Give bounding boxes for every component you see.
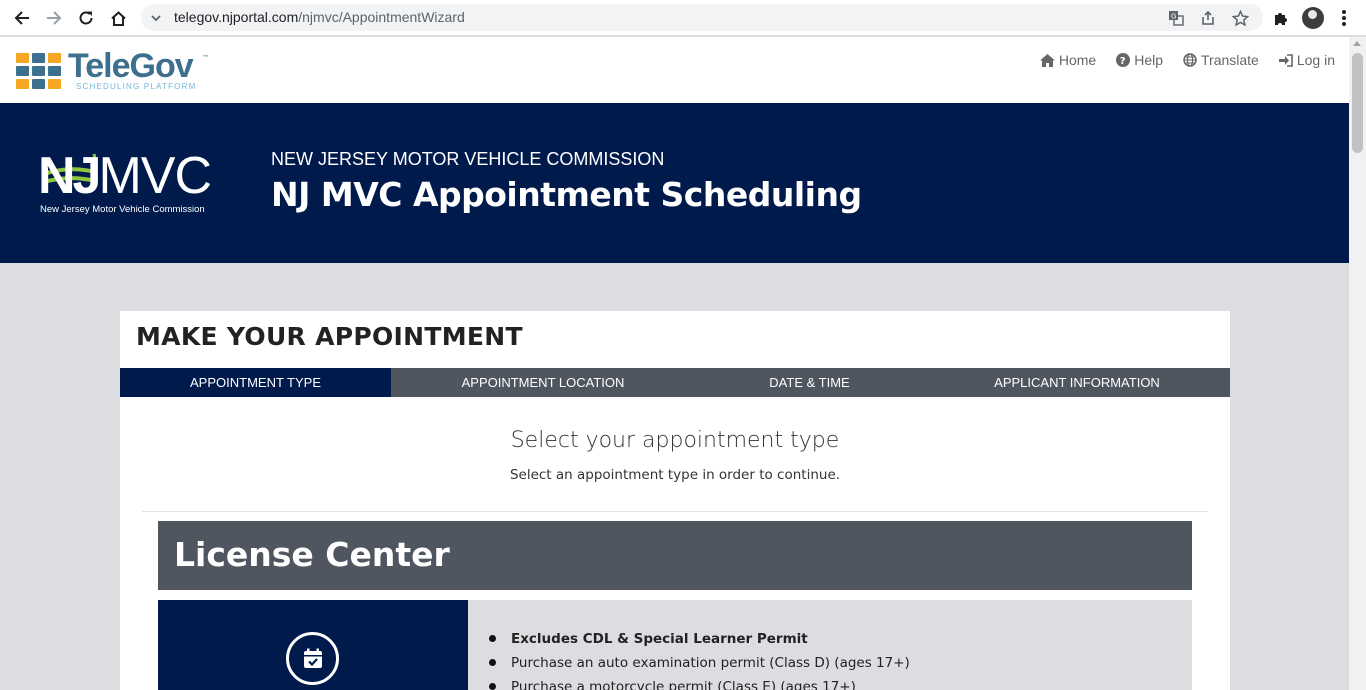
njmvc-logo[interactable]: NJMVC New Jersey Motor Vehicle Commissio… bbox=[38, 136, 238, 221]
nav-home-label: Home bbox=[1058, 52, 1097, 68]
step-applicant-information[interactable]: APPLICANT INFORMATION bbox=[924, 368, 1230, 397]
list-item: Purchase a motorcycle permit (Class E) (… bbox=[489, 675, 910, 690]
nav-help-label: Help bbox=[1134, 52, 1163, 68]
appointment-option[interactable]: Excludes CDL & Special Learner Permit Pu… bbox=[158, 600, 1192, 690]
star-icon[interactable] bbox=[1231, 9, 1249, 27]
nav-login-label: Log in bbox=[1296, 52, 1335, 68]
help-icon: ? bbox=[1116, 53, 1131, 67]
top-nav: Home ? Help Translate Log in bbox=[1039, 52, 1335, 68]
page-title: NJ MVC Appointment Scheduling bbox=[271, 175, 862, 214]
nav-translate-link[interactable]: Translate bbox=[1183, 52, 1259, 68]
step-date-time[interactable]: DATE & TIME bbox=[695, 368, 924, 397]
globe-icon bbox=[1183, 53, 1197, 67]
url-text[interactable]: telegov.njportal.com/njmvc/AppointmentWi… bbox=[174, 9, 465, 25]
chevron-down-icon[interactable] bbox=[150, 10, 162, 29]
appointment-select-panel[interactable] bbox=[158, 600, 468, 690]
section-header: License Center bbox=[158, 521, 1192, 590]
divider bbox=[142, 511, 1208, 512]
reload-icon[interactable] bbox=[70, 2, 102, 34]
menu-icon[interactable] bbox=[1336, 8, 1352, 28]
profile-avatar[interactable] bbox=[1302, 7, 1324, 29]
list-item: Excludes CDL & Special Learner Permit bbox=[489, 627, 910, 651]
calendar-check-icon bbox=[286, 632, 339, 685]
address-bar[interactable]: telegov.njportal.com/njmvc/AppointmentWi… bbox=[141, 4, 1263, 31]
browser-toolbar: telegov.njportal.com/njmvc/AppointmentWi… bbox=[0, 0, 1366, 36]
translate-icon[interactable]: G bbox=[1167, 9, 1185, 27]
page-scrollbar[interactable] bbox=[1349, 37, 1366, 690]
telegov-logo-subtitle: SCHEDULING PLATFORM bbox=[76, 82, 197, 91]
njmvc-wordmark: NJMVC bbox=[38, 147, 212, 205]
list-item: Purchase an auto examination permit (Cla… bbox=[489, 651, 910, 675]
wizard-steps: APPOINTMENT TYPE APPOINTMENT LOCATION DA… bbox=[120, 368, 1230, 397]
step-appointment-location[interactable]: APPOINTMENT LOCATION bbox=[391, 368, 695, 397]
card-title: MAKE YOUR APPOINTMENT bbox=[136, 322, 523, 351]
step-appointment-type[interactable]: APPOINTMENT TYPE bbox=[120, 368, 391, 397]
telegov-logo[interactable]: TeleGov ™ SCHEDULING PLATFORM bbox=[16, 47, 216, 93]
select-instructions: Select an appointment type in order to c… bbox=[509, 467, 841, 483]
telegov-logo-text: TeleGov bbox=[68, 47, 194, 85]
telegov-logo-mark bbox=[16, 53, 63, 91]
nav-login-link[interactable]: Log in bbox=[1278, 52, 1335, 68]
njmvc-logo-caption: New Jersey Motor Vehicle Commission bbox=[40, 204, 205, 215]
hero-banner: NJMVC New Jersey Motor Vehicle Commissio… bbox=[0, 103, 1349, 263]
select-heading: Select your appointment type bbox=[510, 428, 840, 453]
login-icon bbox=[1278, 53, 1293, 67]
home-icon[interactable] bbox=[102, 2, 134, 34]
scroll-up-icon[interactable] bbox=[1353, 41, 1361, 46]
nav-help-link[interactable]: ? Help bbox=[1116, 52, 1163, 68]
home-icon bbox=[1039, 53, 1055, 67]
scroll-thumb[interactable] bbox=[1352, 53, 1363, 153]
banner-subtitle: NEW JERSEY MOTOR VEHICLE COMMISSION bbox=[271, 149, 665, 169]
nav-home-link[interactable]: Home bbox=[1039, 52, 1097, 68]
trademark-symbol: ™ bbox=[202, 54, 209, 62]
site-header: TeleGov ™ SCHEDULING PLATFORM Home ? Hel… bbox=[0, 37, 1349, 103]
section-title: License Center bbox=[174, 535, 450, 574]
svg-text:?: ? bbox=[1120, 56, 1126, 67]
back-icon[interactable] bbox=[6, 2, 38, 34]
share-icon[interactable] bbox=[1199, 9, 1217, 27]
svg-text:G: G bbox=[1171, 13, 1176, 21]
appointment-card: MAKE YOUR APPOINTMENT APPOINTMENT TYPE A… bbox=[120, 311, 1230, 690]
extensions-icon[interactable] bbox=[1270, 8, 1290, 28]
forward-icon[interactable] bbox=[38, 2, 70, 34]
appointment-details: Excludes CDL & Special Learner Permit Pu… bbox=[489, 627, 910, 690]
nav-translate-label: Translate bbox=[1201, 52, 1259, 68]
